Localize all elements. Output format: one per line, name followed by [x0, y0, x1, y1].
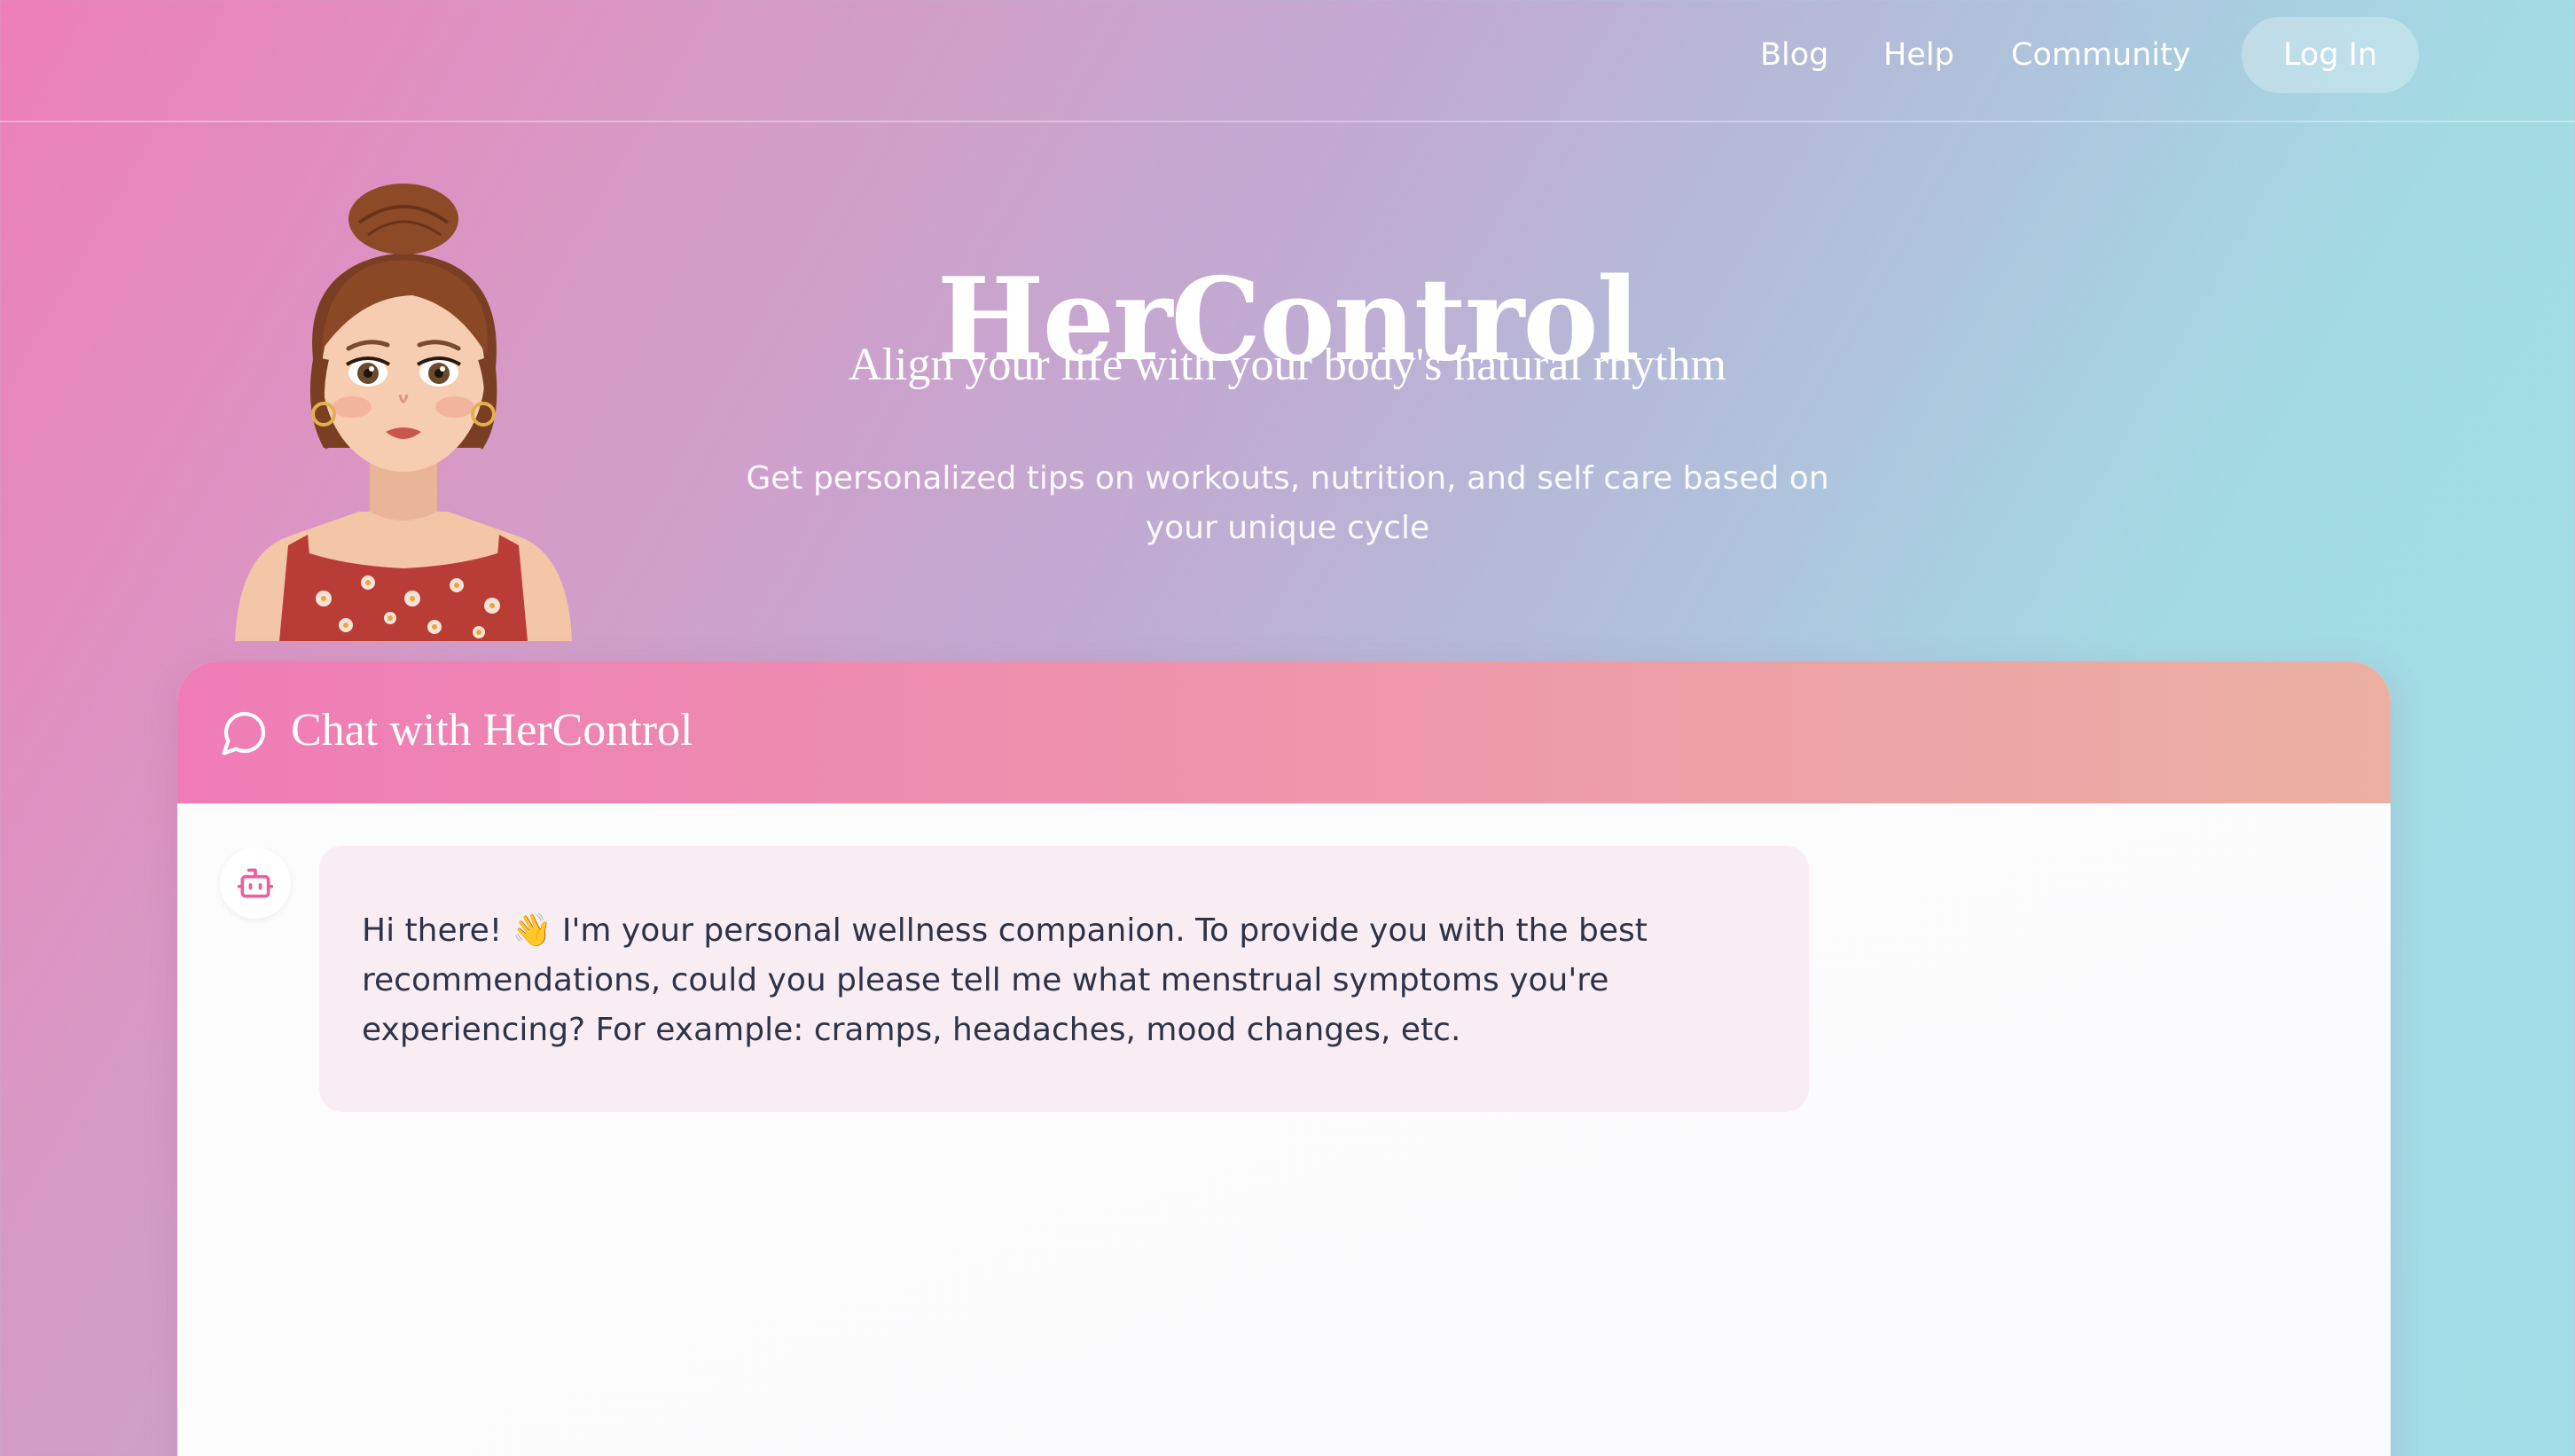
message-circle-icon	[220, 708, 270, 757]
bot-avatar	[220, 848, 291, 919]
hero-subtitle: Align your life with your body's natural…	[848, 340, 1726, 390]
nav-link-blog[interactable]: Blog	[1760, 34, 1828, 76]
chat-panel: Chat with HerControl Hi there! 👋 I'm you…	[177, 661, 2391, 1456]
chat-header: Chat with HerControl	[177, 661, 2391, 803]
nav-link-help[interactable]: Help	[1883, 34, 1954, 76]
top-navigation: Blog Help Community Log In	[0, 0, 2575, 122]
chat-header-title: Chat with HerControl	[291, 705, 693, 755]
login-button[interactable]: Log In	[2242, 17, 2419, 93]
woman-avatar-illustration	[226, 182, 581, 641]
hero-description: Get personalized tips on workouts, nutri…	[746, 460, 1829, 546]
bot-message: Hi there! 👋 I'm your personal wellness c…	[319, 846, 1809, 1112]
nav-link-community[interactable]: Community	[2011, 34, 2191, 76]
